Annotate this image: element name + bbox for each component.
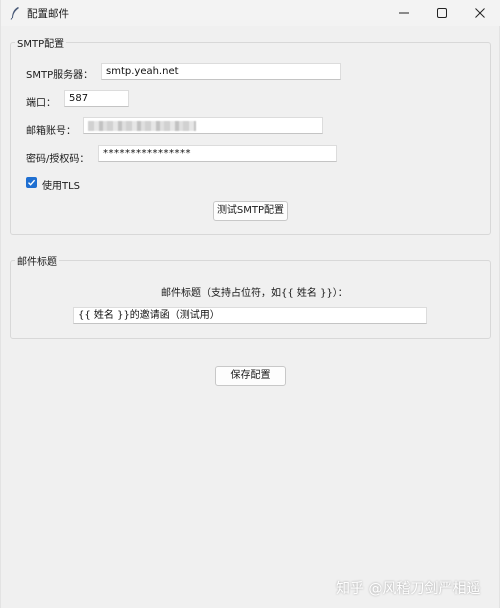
- use-tls-label: 使用TLS: [42, 181, 81, 192]
- maximize-icon: [437, 8, 447, 18]
- title-bar[interactable]: 配置邮件: [1, 0, 500, 26]
- close-icon: [475, 8, 485, 18]
- close-button[interactable]: [461, 0, 499, 26]
- maximize-button[interactable]: [423, 0, 461, 26]
- test-smtp-button[interactable]: 测试SMTP配置: [213, 201, 288, 221]
- subject-group-title: 邮件标题: [15, 253, 59, 268]
- feather-icon: [10, 7, 19, 20]
- config-mail-window: 配置邮件 SMTP配置 SMTP服务器： smtp.yeah.net 端口： 5…: [0, 0, 500, 608]
- minimize-button[interactable]: [385, 0, 423, 26]
- window-title: 配置邮件: [27, 8, 69, 20]
- checkmark-icon: [28, 179, 36, 186]
- smtp-server-input[interactable]: smtp.yeah.net: [101, 63, 341, 80]
- password-input[interactable]: ****************: [98, 145, 337, 162]
- subject-hint-label: 邮件标题（支持占位符，如{{ 姓名 }}）：: [161, 288, 348, 299]
- watermark-text: 知乎 @风稽刀剑严相遥: [336, 581, 481, 597]
- password-label: 密码/授权码：: [26, 154, 90, 165]
- email-account-label: 邮箱账号：: [26, 126, 76, 137]
- smtp-server-label: SMTP服务器：: [26, 70, 94, 81]
- subject-group: [10, 260, 491, 339]
- use-tls-checkbox[interactable]: [26, 177, 37, 188]
- port-input[interactable]: 587: [64, 90, 129, 107]
- email-account-input[interactable]: [83, 117, 323, 134]
- redacted-email-blur: [88, 121, 196, 131]
- smtp-group-title: SMTP配置: [15, 35, 67, 50]
- save-config-button[interactable]: 保存配置: [215, 366, 286, 386]
- minimize-icon: [399, 12, 409, 14]
- port-label: 端口：: [26, 98, 56, 109]
- subject-input[interactable]: {{ 姓名 }}的邀请函（测试用）: [73, 307, 427, 324]
